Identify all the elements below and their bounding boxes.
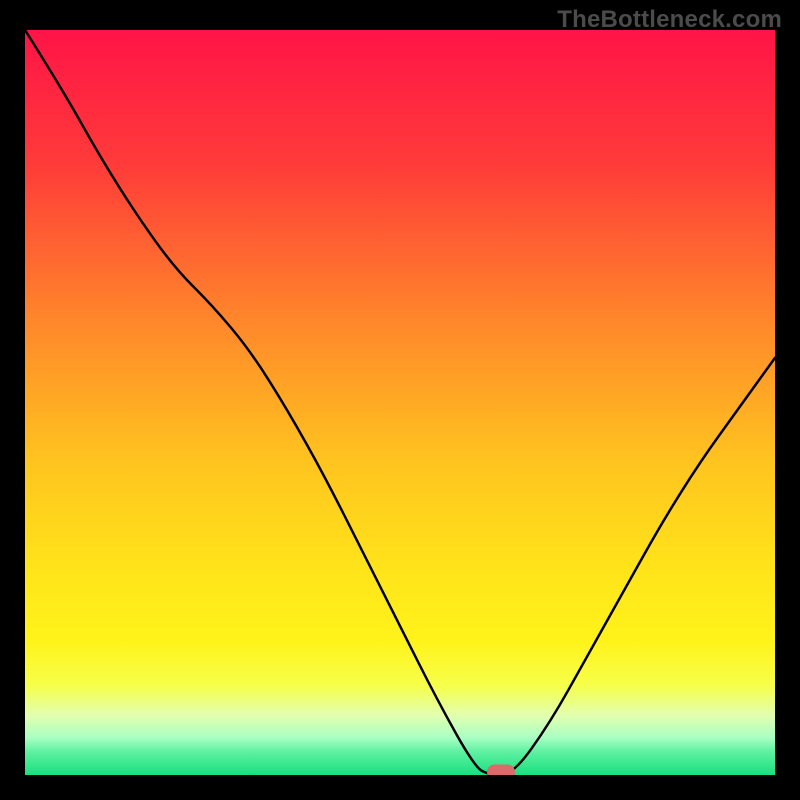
optimal-marker	[487, 765, 515, 776]
plot-area	[25, 30, 775, 775]
curve-path	[25, 30, 775, 775]
watermark-label: TheBottleneck.com	[557, 6, 782, 34]
bottleneck-curve	[25, 30, 775, 775]
chart-wrapper: TheBottleneck.com	[0, 0, 800, 800]
